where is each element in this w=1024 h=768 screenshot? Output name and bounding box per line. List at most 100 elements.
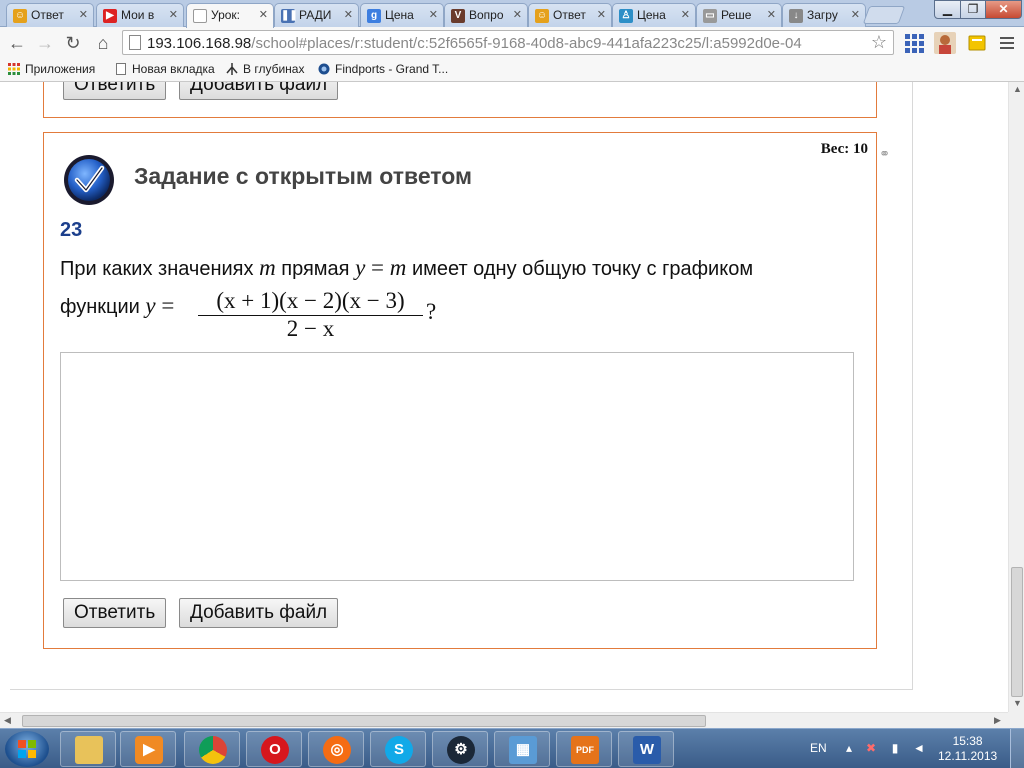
bookmark-apps[interactable]: Приложения xyxy=(8,62,95,76)
page-viewport: Ответить Добавить файл Вес: 10 ⚭ Задание… xyxy=(0,82,1008,712)
forward-arrow-icon[interactable]: → xyxy=(34,32,56,54)
tab-label: Цена xyxy=(637,8,666,22)
maximize-button[interactable]: ❐ xyxy=(960,0,986,19)
math-variable: m xyxy=(389,255,407,280)
attach-file-button[interactable]: Добавить файл xyxy=(179,598,339,628)
v-icon: V xyxy=(451,9,465,23)
start-button[interactable] xyxy=(5,731,49,767)
bookmark-new-tab[interactable]: Новая вкладка xyxy=(115,62,215,76)
taskbar-chrome[interactable] xyxy=(184,731,240,767)
volume-icon[interactable]: ◄ xyxy=(912,741,926,755)
tab-label: Мои в xyxy=(121,8,155,22)
horizontal-scroll-thumb[interactable] xyxy=(22,715,706,727)
taskbar-media-player[interactable]: ▶ xyxy=(120,731,176,767)
close-icon[interactable]: ✕ xyxy=(259,8,268,21)
language-indicator[interactable]: EN xyxy=(810,741,827,755)
new-tab-button[interactable] xyxy=(862,6,906,24)
answer-textarea[interactable] xyxy=(60,352,854,581)
taskbar-steam[interactable]: ⚙ xyxy=(432,731,488,767)
question-text: функции xyxy=(60,296,146,318)
close-icon[interactable]: ✕ xyxy=(429,8,438,21)
menu-icon[interactable] xyxy=(996,32,1018,54)
clock[interactable]: 15:38 12.11.2013 xyxy=(938,734,997,764)
minimize-button[interactable]: ▁ xyxy=(934,0,961,19)
network-error-icon[interactable]: ✖ xyxy=(864,741,878,755)
attach-file-button[interactable]: Добавить файл xyxy=(179,82,339,100)
taskbar-photo-viewer[interactable]: ▦ xyxy=(494,731,550,767)
tab-downloads[interactable]: ↓ Загру ✕ xyxy=(782,3,866,27)
link-icon[interactable]: ⚭ xyxy=(879,146,890,162)
tab-label: Загру xyxy=(807,8,838,22)
vertical-scroll-thumb[interactable] xyxy=(1011,567,1023,697)
answer-button[interactable]: Ответить xyxy=(63,598,167,628)
tab-answer-1[interactable]: ☺ Ответ ✕ xyxy=(6,3,94,27)
tab-answer-2[interactable]: ☺ Ответ ✕ xyxy=(528,3,612,27)
tab-lesson[interactable]: Урок: ✕ xyxy=(186,3,274,28)
apps-icon xyxy=(8,63,20,75)
math-variable: y xyxy=(355,255,366,280)
steam-icon: ⚙ xyxy=(447,736,475,764)
tab-solutions[interactable]: ▭ Реше ✕ xyxy=(696,3,782,27)
tray-expand-icon[interactable]: ▴ xyxy=(842,741,856,755)
close-icon[interactable]: ✕ xyxy=(681,8,690,21)
scroll-up-icon[interactable]: ▲ xyxy=(1013,84,1022,94)
bookmark-findports[interactable]: Findports - Grand T... xyxy=(318,62,448,76)
star-icon[interactable]: ☆ xyxy=(871,32,887,53)
back-arrow-icon[interactable]: ← xyxy=(6,32,28,54)
close-window-button[interactable]: ✕ xyxy=(985,0,1022,19)
close-icon[interactable]: ✕ xyxy=(169,8,178,21)
taskbar-word[interactable]: W xyxy=(618,731,674,767)
tab-price-1[interactable]: g Цена ✕ xyxy=(360,3,444,27)
tab-question[interactable]: V Вопро ✕ xyxy=(444,3,528,27)
fraction-denominator: 2 − x xyxy=(286,316,335,341)
close-icon[interactable]: ✕ xyxy=(851,8,860,21)
chrome-icon xyxy=(199,736,227,764)
extension-icon[interactable] xyxy=(966,32,988,54)
system-tray: EN ▴ ✖ ▮ ◄ 15:38 12.11.2013 xyxy=(800,729,1024,768)
anchor-icon xyxy=(226,63,238,75)
taskbar-opera[interactable]: O xyxy=(246,731,302,767)
show-desktop-button[interactable] xyxy=(1010,729,1024,768)
address-bar[interactable]: 193.106.168.98/school#places/r:student/c… xyxy=(122,30,894,55)
word-icon: W xyxy=(633,736,661,764)
url-text[interactable]: 193.106.168.98/school#places/r:student/c… xyxy=(147,35,867,52)
apps-grid-icon[interactable] xyxy=(903,32,925,54)
math-operator: = xyxy=(365,255,390,280)
scroll-left-icon[interactable]: ◀ xyxy=(4,715,11,726)
tab-price-2[interactable]: ♙ Цена ✕ xyxy=(612,3,696,27)
home-icon[interactable]: ⌂ xyxy=(92,32,114,54)
horizontal-scrollbar[interactable]: ◀ ▶ xyxy=(0,712,1008,728)
network-icon[interactable]: ▮ xyxy=(888,741,902,755)
close-icon[interactable]: ✕ xyxy=(79,8,88,21)
taskbar: ▶ O ◎ S ⚙ ▦ PDF W EN ▴ ✖ ▮ ◄ 15:38 12.11… xyxy=(0,728,1024,768)
scroll-right-icon[interactable]: ▶ xyxy=(994,715,1001,726)
page-content: Ответить Добавить файл Вес: 10 ⚭ Задание… xyxy=(10,82,913,690)
youtube-icon: ▶ xyxy=(103,9,117,23)
close-icon[interactable]: ✕ xyxy=(597,8,606,21)
taskbar-skype[interactable]: S xyxy=(370,731,426,767)
task-title: Задание с открытым ответом xyxy=(134,163,473,189)
tab-label: Вопро xyxy=(469,8,504,22)
taskbar-explorer[interactable] xyxy=(60,731,116,767)
answer-button[interactable]: Ответить xyxy=(63,82,167,100)
close-icon[interactable]: ✕ xyxy=(513,8,522,21)
tab-radio[interactable]: ❚❚ РАДИ ✕ xyxy=(274,3,359,27)
skype-icon: S xyxy=(385,736,413,764)
tab-my-videos[interactable]: ▶ Мои в ✕ xyxy=(96,3,184,27)
globe-icon xyxy=(318,63,330,75)
tab-strip: ☺ Ответ ✕ ▶ Мои в ✕ Урок: ✕ ❚❚ РАДИ ✕ g … xyxy=(0,0,1024,28)
reload-icon[interactable]: ↻ xyxy=(62,32,84,54)
fraction-numerator: (x + 1)(x − 2)(x − 3) xyxy=(216,288,405,313)
close-icon[interactable]: ✕ xyxy=(344,8,353,21)
vertical-scrollbar[interactable]: ▲ ▼ xyxy=(1008,82,1024,712)
tab-label: РАДИ xyxy=(299,8,332,22)
close-icon[interactable]: ✕ xyxy=(767,8,776,21)
scroll-down-icon[interactable]: ▼ xyxy=(1013,698,1022,708)
download-icon: ↓ xyxy=(789,9,803,23)
taskbar-pdf[interactable]: PDF xyxy=(556,731,612,767)
bookmark-label: Приложения xyxy=(25,62,96,76)
taskbar-origin[interactable]: ◎ xyxy=(308,731,364,767)
bookmark-depths[interactable]: В глубинах xyxy=(226,62,304,76)
question-line-2: функции y = xyxy=(60,293,174,319)
avatar[interactable] xyxy=(934,32,956,54)
